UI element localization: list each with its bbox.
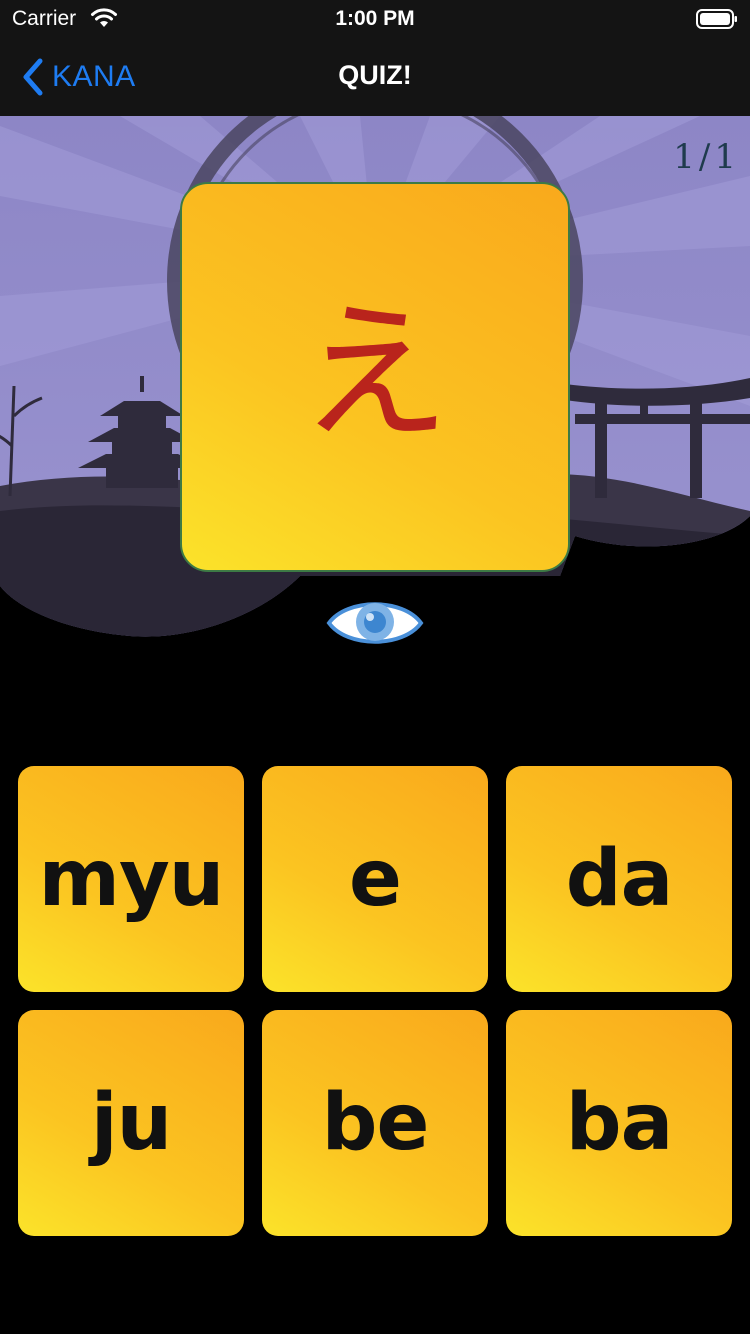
answer-button-myu[interactable]: myu <box>18 766 244 992</box>
eye-icon[interactable] <box>325 590 425 656</box>
status-bar: Carrier 1:00 PM <box>0 0 750 40</box>
quiz-progress-counter: 1/1 <box>673 137 740 177</box>
navigation-bar: KANA QUIZ! <box>0 40 750 116</box>
page-title: QUIZ! <box>338 60 412 90</box>
answer-label: e <box>349 834 402 924</box>
answer-label: ju <box>90 1078 172 1168</box>
answer-label: ba <box>565 1078 673 1168</box>
answer-button-da[interactable]: da <box>506 766 732 992</box>
answer-button-e[interactable]: e <box>262 766 488 992</box>
kana-card: え <box>180 182 570 572</box>
status-time: 1:00 PM <box>335 7 415 30</box>
battery-full-icon <box>696 9 737 29</box>
kana-character: え <box>299 287 450 461</box>
answer-grid: myu e da ju be ba <box>18 766 732 1236</box>
answer-button-be[interactable]: be <box>262 1010 488 1236</box>
answer-label: be <box>321 1078 430 1168</box>
answer-button-ju[interactable]: ju <box>18 1010 244 1236</box>
answer-label: da <box>565 834 673 924</box>
answer-button-ba[interactable]: ba <box>506 1010 732 1236</box>
answer-label: myu <box>38 834 225 924</box>
